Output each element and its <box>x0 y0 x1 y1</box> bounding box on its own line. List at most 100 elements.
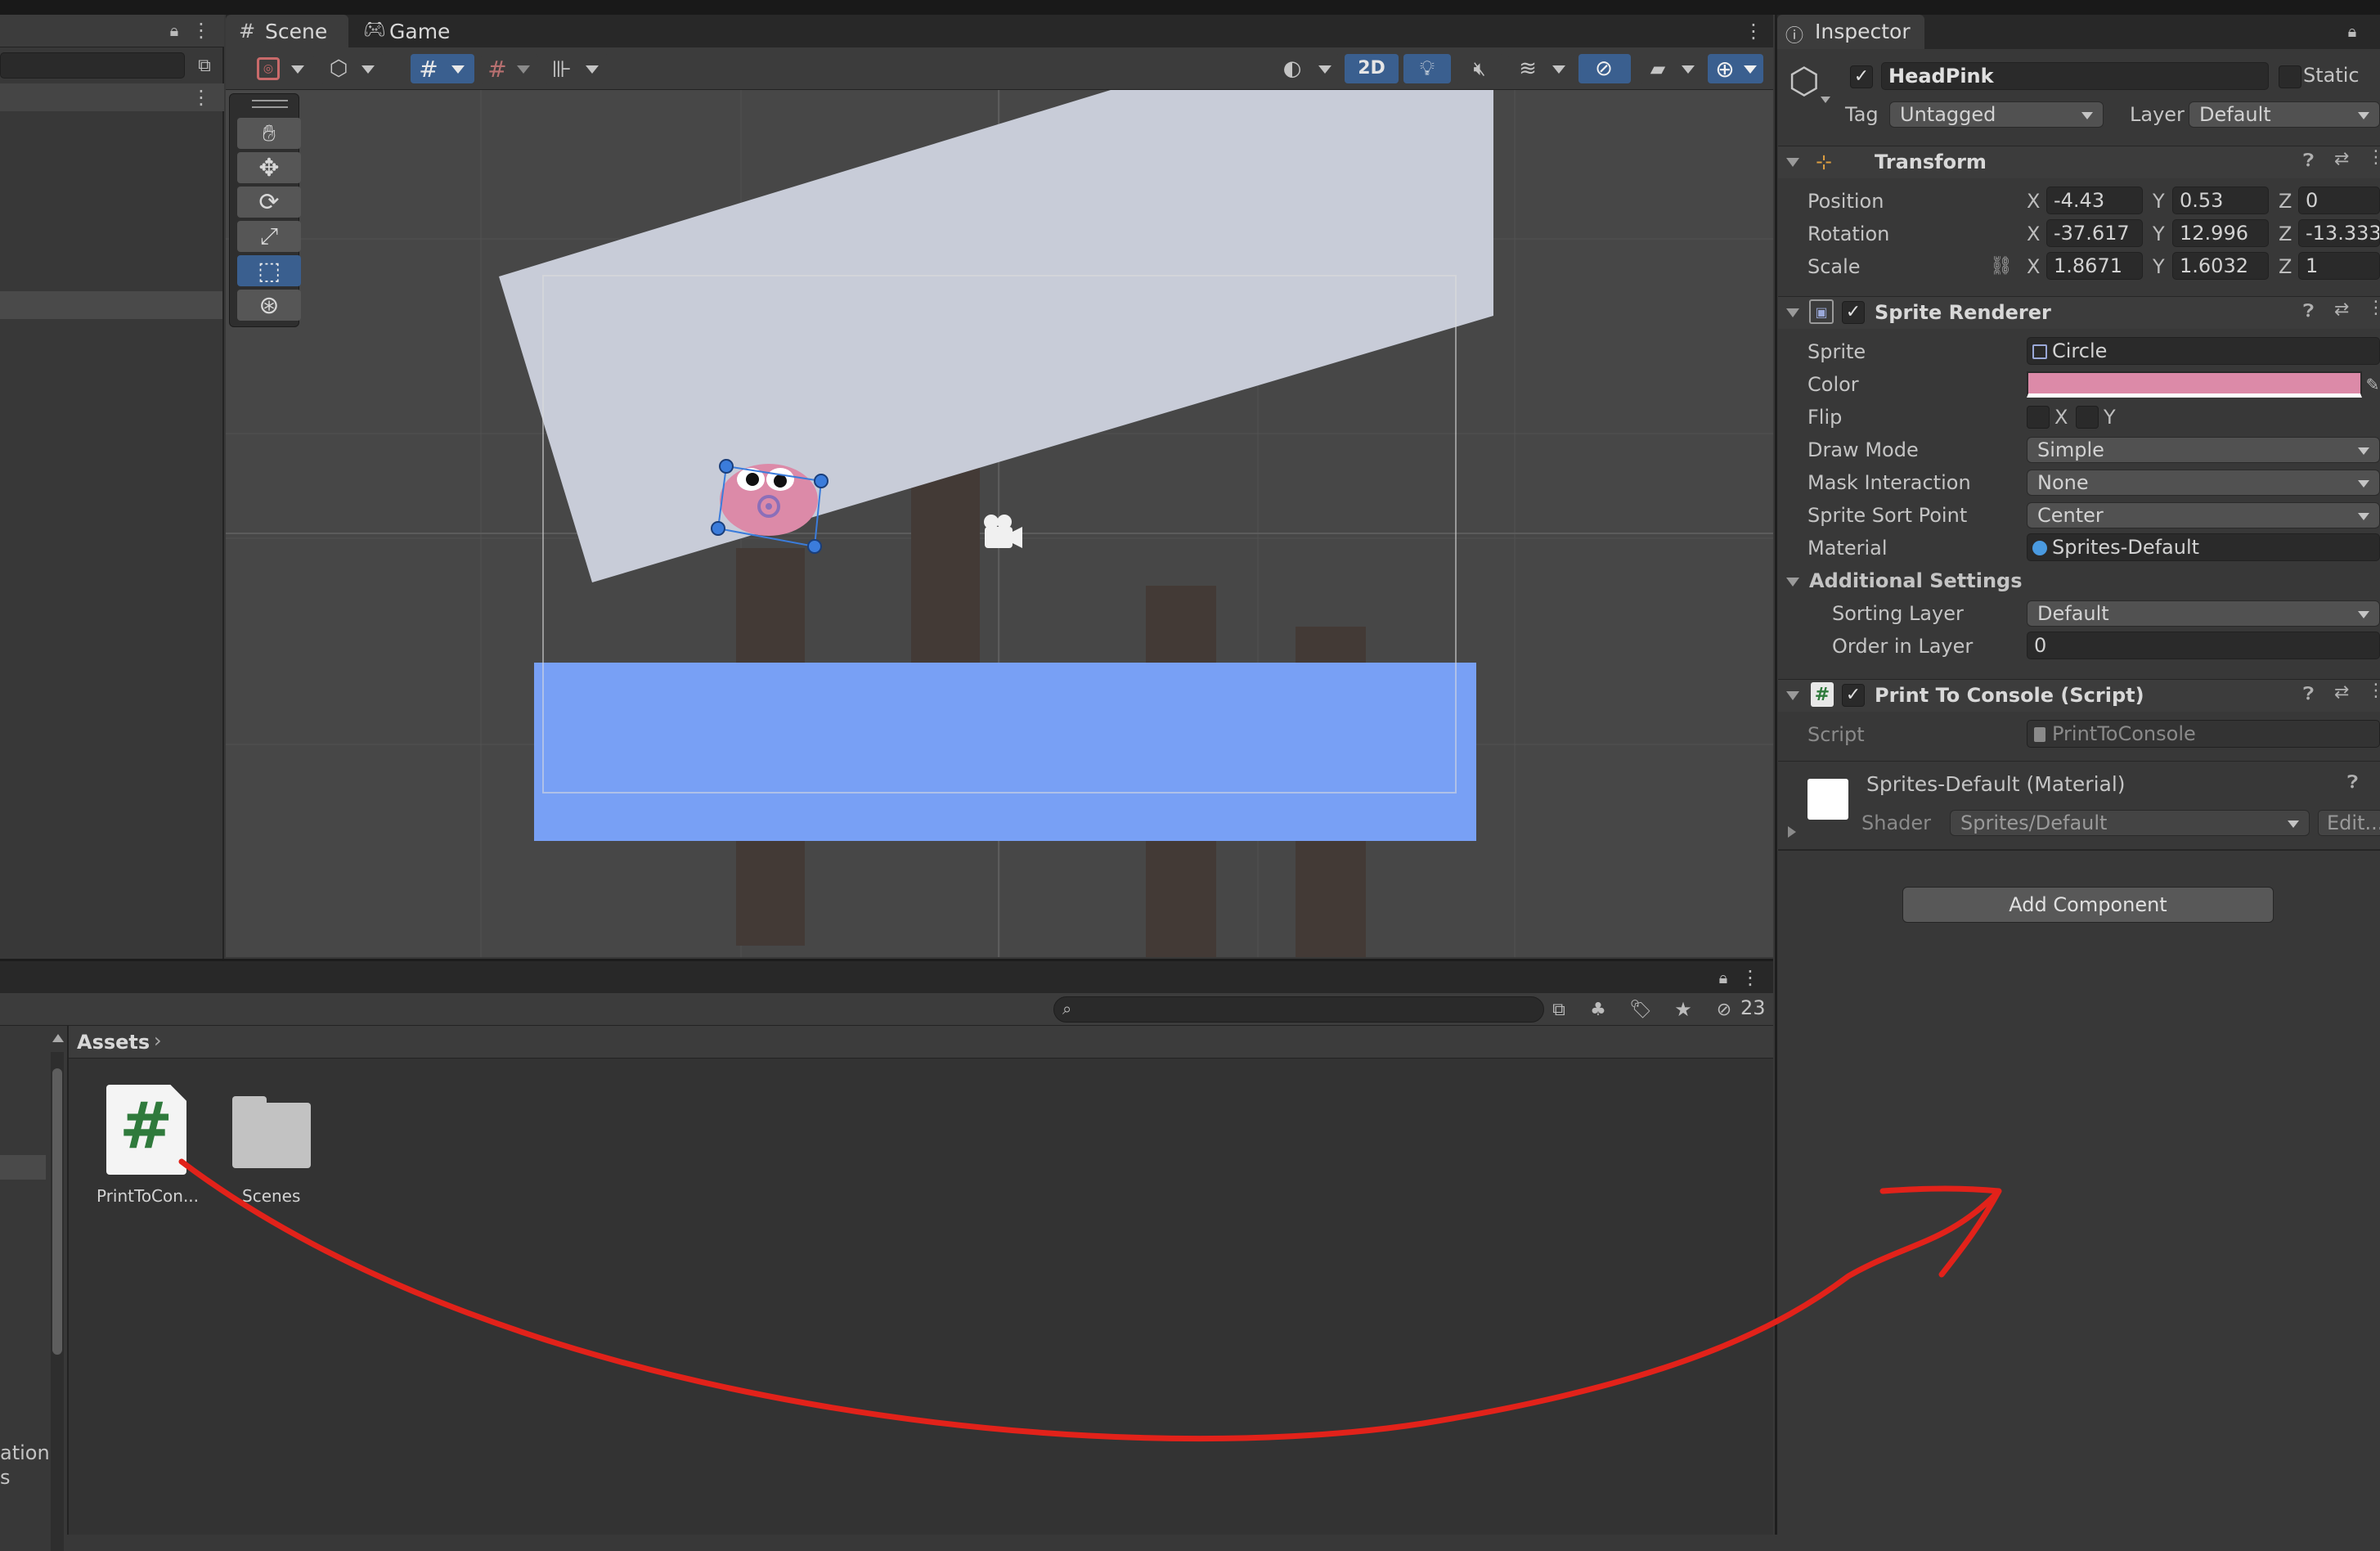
color-swatch[interactable] <box>2027 371 2362 398</box>
effects-button[interactable]: ≋ <box>1508 54 1574 83</box>
move-tool-button[interactable]: ✥ <box>237 152 301 183</box>
rotation-y-field[interactable]: 12.996 <box>2172 219 2269 247</box>
tree-scrollbar[interactable] <box>51 1052 64 1551</box>
order-in-layer-field[interactable]: 0 <box>2027 632 2380 659</box>
mask-interaction-dropdown[interactable]: None <box>2027 470 2380 496</box>
script-enabled-checkbox[interactable]: ✓ <box>1842 684 1865 707</box>
filter-by-label-icon[interactable]: 🏷︎ <box>1628 996 1654 1023</box>
tab-inspector[interactable]: ⓘ Inspector <box>1777 15 1924 49</box>
rotation-x-field[interactable]: -37.617 <box>2046 219 2143 247</box>
rotation-z-field[interactable]: -13.333 <box>2298 219 2380 247</box>
add-component-button[interactable]: Add Component <box>1902 887 2274 923</box>
gizmos-button[interactable]: ⊕ <box>1708 54 1763 83</box>
sprite-renderer-enabled-checkbox[interactable]: ✓ <box>1842 301 1865 324</box>
sprite-renderer-header[interactable] <box>1778 296 2380 329</box>
help-icon[interactable]: ❓︎ <box>2347 772 2358 793</box>
rotate-tool-button[interactable]: ⟳ <box>237 187 301 218</box>
position-x-field[interactable]: -4.43 <box>2046 187 2143 214</box>
draw-mode-button[interactable]: ◐ <box>1276 54 1340 83</box>
constrain-proportions-icon[interactable]: ⛓︎ <box>1987 254 2015 278</box>
filter-by-type-icon[interactable]: ♣ <box>1585 996 1611 1023</box>
audio-toggle-button[interactable]: 🔇︎ <box>1456 54 1503 83</box>
lock-icon[interactable]: 🔒︎ <box>1713 966 1734 989</box>
search-scope-icon[interactable]: ⧉ <box>1546 996 1572 1023</box>
tool-handle-position-button[interactable]: ◎ <box>250 54 314 83</box>
preset-sliders-icon[interactable]: ⇄ <box>2334 682 2349 703</box>
scene-menu-icon[interactable]: ⋮ <box>191 86 211 109</box>
rect-handle-br[interactable] <box>807 539 822 554</box>
lock-icon[interactable]: 🔒︎ <box>2342 20 2363 43</box>
shader-edit-button[interactable]: Edit... <box>2318 810 2380 836</box>
tab-scene[interactable]: # Scene <box>226 15 348 47</box>
hierarchy-scene-row[interactable]: ⋮ <box>0 83 224 111</box>
static-checkbox[interactable] <box>2279 65 2301 88</box>
hierarchy-selected-row[interactable] <box>0 291 222 319</box>
layer-dropdown[interactable]: Default <box>2189 101 2380 128</box>
sorting-layer-dropdown[interactable]: Default <box>2027 600 2380 627</box>
grid-snapping-button[interactable]: # <box>481 54 538 83</box>
draw-mode-dropdown[interactable]: Simple <box>2027 437 2380 463</box>
palette-grip[interactable] <box>252 100 288 108</box>
increment-snapping-button[interactable]: ⊪ <box>545 54 608 83</box>
rect-handle-bl[interactable] <box>711 521 725 536</box>
preset-sliders-icon[interactable]: ⇄ <box>2334 149 2349 169</box>
rect-handle-tl[interactable] <box>719 459 734 474</box>
scale-tool-button[interactable]: ⤢ <box>237 221 301 252</box>
component-kebab-icon[interactable]: ⋮ <box>2367 147 2380 168</box>
kebab-menu-icon[interactable]: ⋮ <box>1740 966 1760 989</box>
sort-point-dropdown[interactable]: Center <box>2027 502 2380 528</box>
asset-folder[interactable]: Scenes <box>222 1081 321 1221</box>
sprite-renderer-fold-icon[interactable] <box>1786 308 1799 317</box>
transform-fold-icon[interactable] <box>1786 158 1799 167</box>
shader-dropdown[interactable]: Sprites/Default <box>1950 810 2310 836</box>
hidden-packages-icon[interactable]: ⊘ <box>1711 996 1737 1023</box>
project-search-input[interactable]: ⌕ <box>1053 996 1544 1023</box>
pivot-dot[interactable] <box>766 503 772 510</box>
scale-y-field[interactable]: 1.6032 <box>2172 252 2269 280</box>
favorite-star-icon[interactable]: ★ <box>1670 996 1696 1023</box>
scene-kebab-icon[interactable]: ⋮ <box>1744 20 1763 43</box>
hand-tool-button[interactable]: ✋︎ <box>237 118 301 149</box>
asset-script[interactable]: # PrintToCon... <box>92 1081 199 1221</box>
tag-dropdown[interactable]: Untagged <box>1889 101 2104 128</box>
script-fold-icon[interactable] <box>1786 691 1799 700</box>
scale-x-field[interactable]: 1.8671 <box>2046 252 2143 280</box>
help-icon[interactable]: ❓︎ <box>2303 684 2314 704</box>
help-icon[interactable]: ❓︎ <box>2303 151 2314 171</box>
rect-handle-tr[interactable] <box>814 474 829 488</box>
breadcrumb-assets[interactable]: Assets <box>77 1031 150 1054</box>
tree-scrollbar-thumb[interactable] <box>52 1068 62 1355</box>
component-kebab-icon[interactable]: ⋮ <box>2367 298 2380 318</box>
transform-tool-button[interactable]: ⊛ <box>237 290 301 321</box>
scroll-up-icon[interactable] <box>52 1034 64 1042</box>
sprite-field[interactable]: Circle <box>2027 337 2380 365</box>
rect-tool-button[interactable]: ⬚ <box>237 255 301 286</box>
object-name-field[interactable]: HeadPink <box>1881 62 2269 90</box>
lighting-toggle-button[interactable]: 💡︎ <box>1403 54 1451 83</box>
search-scope-icon[interactable]: ⧉ <box>193 54 216 77</box>
kebab-menu-icon[interactable]: ⋮ <box>191 19 211 42</box>
transform-header[interactable] <box>1778 146 2380 178</box>
position-z-field[interactable]: 0 <box>2298 187 2380 214</box>
hierarchy-search[interactable] <box>0 52 185 79</box>
flip-x-checkbox[interactable] <box>2027 406 2050 429</box>
hidden-objects-toggle-button[interactable]: ⊘ <box>1578 54 1631 83</box>
camera-settings-button[interactable]: ▰ <box>1639 54 1703 83</box>
help-icon[interactable]: ❓︎ <box>2303 301 2314 321</box>
material-field[interactable]: Sprites-Default <box>2027 533 2380 561</box>
tool-handle-rotation-button[interactable]: ⬡ <box>321 54 384 83</box>
additional-settings-label[interactable]: Additional Settings <box>1809 569 2023 592</box>
toggle-2d-button[interactable]: 2D <box>1345 54 1399 83</box>
eyedropper-icon[interactable]: ✎ <box>2365 373 2380 396</box>
tree-selected-row[interactable] <box>0 1155 46 1180</box>
additional-settings-fold-icon[interactable] <box>1786 578 1799 587</box>
gameobject-cube-icon[interactable]: ⬡ <box>1785 59 1824 103</box>
tab-game[interactable]: 🎮︎ Game <box>353 15 476 47</box>
flip-y-checkbox[interactable] <box>2076 406 2099 429</box>
component-kebab-icon[interactable]: ⋮ <box>2367 681 2380 701</box>
lock-icon[interactable]: 🔒︎ <box>164 20 185 41</box>
material-expand-icon[interactable] <box>1788 826 1796 838</box>
camera-gizmo-icon[interactable] <box>984 515 1022 548</box>
scene-viewport[interactable] <box>226 90 1773 957</box>
preset-sliders-icon[interactable]: ⇄ <box>2334 299 2349 320</box>
